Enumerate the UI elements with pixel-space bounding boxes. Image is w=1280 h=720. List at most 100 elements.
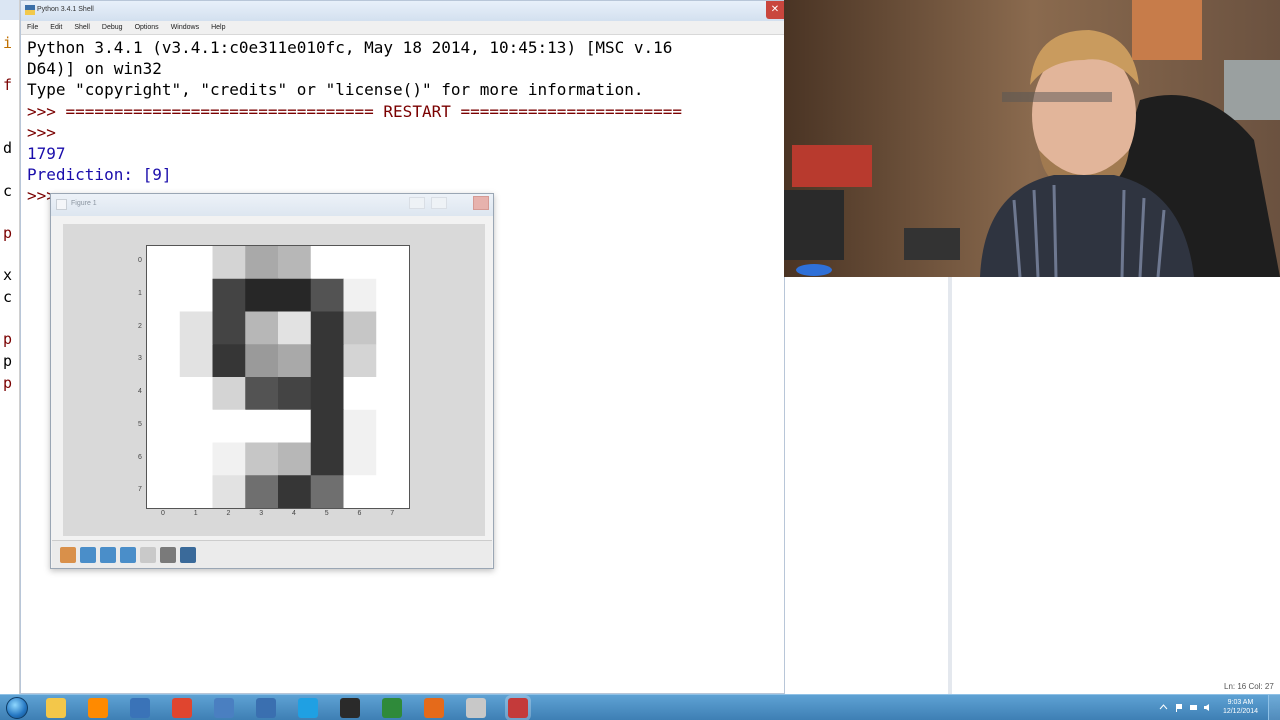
- taskbar-app-app-v[interactable]: [340, 698, 360, 718]
- image-pixel: [245, 475, 279, 508]
- taskbar-app-media-player[interactable]: [88, 698, 108, 718]
- webcam-feed: [784, 0, 1280, 277]
- menu-shell[interactable]: Shell: [74, 24, 90, 31]
- x-tick-label: 7: [390, 510, 395, 517]
- x-tick-label: 2: [226, 510, 231, 517]
- image-pixel: [245, 344, 279, 378]
- clock[interactable]: 9:03 AM 12/12/2014: [1223, 698, 1258, 716]
- subplots-icon[interactable]: [160, 547, 176, 563]
- save-icon[interactable]: [180, 547, 196, 563]
- image-pixel: [278, 409, 312, 443]
- image-pixel: [343, 246, 377, 280]
- image-pixel: [179, 475, 213, 508]
- start-button[interactable]: [6, 697, 28, 719]
- image-pixel: [343, 311, 377, 345]
- taskbar-app-python-active[interactable]: [508, 698, 528, 718]
- background-window-right[interactable]: [948, 277, 1280, 694]
- background-editor-titlebar: [0, 0, 19, 20]
- editor-status-bar: Ln: 16 Col: 27: [1224, 682, 1274, 691]
- image-pixel: [278, 377, 312, 411]
- image-pixel: [147, 246, 181, 280]
- clock-time: 9:03 AM: [1227, 699, 1254, 706]
- figure-titlebar[interactable]: Figure 1: [51, 194, 493, 216]
- y-tick-label: 6: [138, 453, 142, 461]
- desktop: ifdcpxcppp Ln: 16 Col: 27 Python 3.4.1 S…: [0, 0, 1280, 720]
- taskbar-app-python-alt[interactable]: [214, 698, 234, 718]
- show-desktop-button[interactable]: [1268, 695, 1280, 720]
- image-pixel: [278, 344, 312, 378]
- background-editor-window[interactable]: ifdcpxcppp: [0, 0, 20, 694]
- flag-icon[interactable]: [1175, 703, 1184, 712]
- close-button[interactable]: [473, 196, 489, 210]
- image-pixel: [343, 409, 377, 443]
- y-tick-label: 0: [138, 257, 142, 264]
- back-icon[interactable]: [80, 547, 96, 563]
- shell-title: Python 3.4.1 Shell: [37, 6, 94, 13]
- figure-window-icon: [56, 199, 67, 210]
- image-pixel: [376, 246, 409, 280]
- image-pixel: [179, 344, 213, 378]
- image-pixel: [212, 311, 246, 345]
- x-tick-label: 6: [357, 510, 362, 517]
- menu-file[interactable]: File: [27, 24, 38, 31]
- maximize-button[interactable]: [431, 197, 447, 209]
- image-pixel: [376, 442, 409, 476]
- shell-line: >>> ================================ RES…: [27, 101, 683, 121]
- image-pixel: [278, 278, 312, 312]
- taskbar-app-explorer[interactable]: [46, 698, 66, 718]
- image-pixel: [147, 409, 181, 443]
- forward-icon[interactable]: [100, 547, 116, 563]
- zoom-icon[interactable]: [140, 547, 156, 563]
- taskbar-app-settings[interactable]: [466, 698, 486, 718]
- taskbar-app-python-idle[interactable]: [130, 698, 150, 718]
- digit-image-axes: [146, 245, 410, 509]
- editor-line-fragment: p: [3, 352, 13, 370]
- digit-image: [147, 246, 409, 508]
- image-pixel: [212, 475, 246, 508]
- image-pixel: [278, 246, 312, 280]
- webcam-overlay: [784, 0, 1280, 277]
- taskbar-app-firefox[interactable]: [424, 698, 444, 718]
- shell-menubar: File Edit Shell Debug Options Windows Help: [21, 21, 784, 35]
- image-pixel: [310, 278, 344, 312]
- editor-line-fragment: c: [3, 182, 13, 200]
- minimize-button[interactable]: [409, 197, 425, 209]
- editor-line-fragment: i: [3, 34, 13, 52]
- menu-edit[interactable]: Edit: [50, 24, 62, 31]
- image-pixel: [278, 475, 312, 508]
- menu-debug[interactable]: Debug: [102, 24, 123, 31]
- x-tick-label: 0: [161, 510, 165, 517]
- shell-line: Python 3.4.1 (v3.4.1:c0e311e010fc, May 1…: [27, 38, 673, 57]
- volume-icon[interactable]: [1203, 703, 1212, 712]
- image-pixel: [212, 409, 246, 443]
- editor-line-fragment: f: [3, 76, 13, 94]
- network-icon[interactable]: [1189, 703, 1198, 712]
- tray-arrow-icon[interactable]: [1159, 703, 1168, 712]
- image-pixel: [147, 377, 181, 411]
- menu-options[interactable]: Options: [135, 24, 159, 31]
- image-pixel: [212, 442, 246, 476]
- image-pixel: [278, 442, 312, 476]
- image-pixel: [343, 344, 377, 378]
- editor-line-fragment: p: [3, 330, 13, 348]
- menu-windows[interactable]: Windows: [171, 24, 199, 31]
- home-icon[interactable]: [60, 547, 76, 563]
- shell-output[interactable]: Python 3.4.1 (v3.4.1:c0e311e010fc, May 1…: [27, 37, 682, 207]
- image-pixel: [310, 442, 344, 476]
- taskbar-app-skype[interactable]: [298, 698, 318, 718]
- image-pixel: [179, 246, 213, 280]
- taskbar-app-chrome[interactable]: [172, 698, 192, 718]
- shell-titlebar[interactable]: Python 3.4.1 Shell ✕: [21, 1, 784, 21]
- image-pixel: [310, 246, 344, 280]
- image-pixel: [343, 377, 377, 411]
- image-pixel: [343, 442, 377, 476]
- image-pixel: [376, 344, 409, 378]
- taskbar-app-python-file[interactable]: [256, 698, 276, 718]
- pan-icon[interactable]: [120, 547, 136, 563]
- menu-help[interactable]: Help: [211, 24, 225, 31]
- taskbar-app-app-green[interactable]: [382, 698, 402, 718]
- close-button[interactable]: ✕: [766, 1, 784, 19]
- y-tick-label: 7: [138, 486, 142, 494]
- figure-title: Figure 1: [71, 200, 97, 207]
- editor-line-fragment: d: [3, 139, 13, 157]
